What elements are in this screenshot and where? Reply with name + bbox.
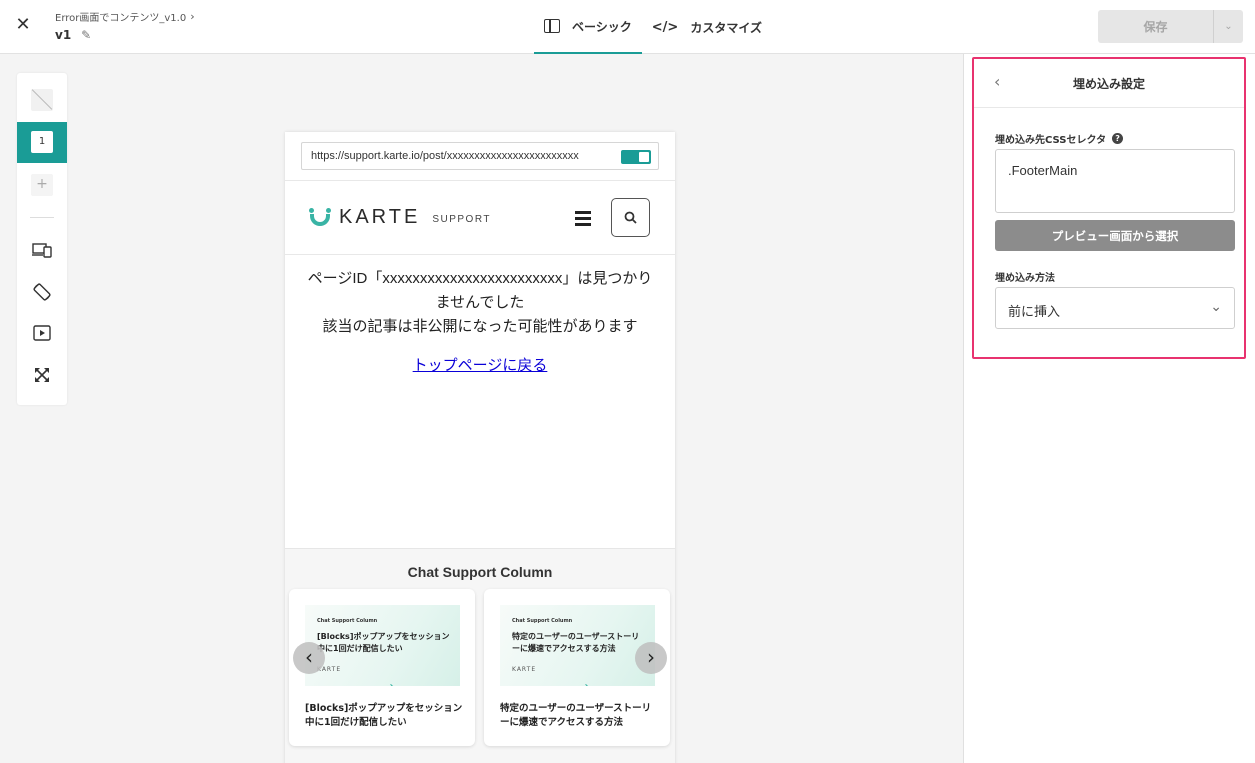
top-bar: ✕ Error画面でコンテンツ_v1.0 › v1 ✎ ベーシック </> カス… — [0, 0, 1255, 54]
error-message-line2: 該当の記事は非公開になった可能性があります — [322, 318, 638, 335]
add-step-button[interactable]: + — [31, 174, 53, 196]
step-item-1[interactable]: 1 — [17, 122, 67, 163]
preview-url: https://support.karte.io/post/xxxxxxxxxx… — [311, 150, 579, 162]
pencil-icon[interactable]: ✎ — [81, 28, 91, 42]
column-section: Chat Support Column Chat Support Column … — [285, 548, 675, 763]
version-label: v1 — [55, 28, 72, 42]
tab-customize[interactable]: </> カスタマイズ — [642, 0, 772, 54]
rotate-device-icon[interactable] — [30, 282, 54, 306]
devices-icon[interactable] — [30, 241, 54, 265]
logo-text: KARTE — [339, 206, 421, 228]
breadcrumb[interactable]: Error画面でコンテンツ_v1.0 › — [55, 9, 195, 24]
thumb-title: [Blocks]ポップアップをセッション中に1回だけ配信したい — [317, 632, 450, 653]
save-button[interactable]: 保存 — [1098, 10, 1213, 43]
thumb-title: 特定のユーザーのユーザーストーリーに爆速でアクセスする方法 — [512, 632, 640, 653]
panel-header: ‹ 埋め込み設定 — [974, 59, 1244, 108]
card-caption: [Blocks]ポップアップをセッション中に1回だけ配信したい — [305, 703, 463, 728]
carousel-prev-icon[interactable]: ‹ — [293, 642, 325, 674]
chevron-down-icon: ⌄ — [1224, 21, 1233, 32]
panel-title: 埋め込み設定 — [1072, 77, 1145, 91]
close-icon[interactable]: ✕ — [12, 14, 34, 36]
chevron-right-icon: › — [190, 10, 195, 23]
thumb-tag: Chat Support Column — [512, 618, 573, 624]
method-label-text: 埋め込み方法 — [995, 273, 1055, 284]
select-from-preview-button[interactable]: プレビュー画面から選択 — [995, 220, 1235, 251]
divider — [30, 217, 54, 218]
empty-step-icon[interactable] — [31, 89, 53, 111]
karte-logo[interactable]: KARTE SUPPORT — [309, 206, 491, 229]
save-group: 保存 ⌄ — [1098, 10, 1243, 43]
tab-basic-label: ベーシック — [572, 19, 632, 34]
card-thumbnail: Chat Support Column [Blocks]ポップアップをセッション… — [305, 605, 460, 686]
carousel-next-icon[interactable]: › — [635, 642, 667, 674]
tab-basic[interactable]: ベーシック — [534, 0, 642, 54]
thumb-logo: KARTE — [512, 666, 537, 673]
method-value: 前に挿入 — [1008, 305, 1061, 320]
search-icon[interactable] — [611, 198, 650, 237]
column-title: Chat Support Column — [407, 564, 553, 580]
mode-tabs: ベーシック </> カスタマイズ — [534, 0, 772, 54]
help-icon[interactable]: ? — [1112, 133, 1124, 144]
embed-method-select[interactable]: 前に挿入 ⌄ — [995, 287, 1235, 329]
preview-toggle[interactable] — [621, 150, 651, 164]
tab-customize-label: カスタマイズ — [690, 20, 762, 35]
layout-icon — [544, 19, 560, 33]
karte-logo-icon — [309, 207, 331, 228]
thumb-tag: Chat Support Column — [317, 618, 378, 624]
version-row: v1 ✎ — [55, 28, 91, 42]
card-caption: 特定のユーザーのユーザーストーリーに爆速でアクセスする方法 — [500, 703, 652, 728]
logo-subtext: SUPPORT — [432, 214, 491, 225]
css-selector-input[interactable]: .FooterMain — [995, 149, 1235, 213]
menu-icon[interactable] — [575, 211, 591, 226]
card-thumbnail: Chat Support Column 特定のユーザーのユーザーストーリーに爆速… — [500, 605, 655, 686]
settings-panel: ‹ 埋め込み設定 埋め込み先CSSセレクタ ? .FooterMain プレビュ… — [963, 54, 1255, 763]
fullscreen-icon[interactable] — [30, 366, 54, 390]
site-header: KARTE SUPPORT — [285, 180, 675, 255]
step-number: 1 — [31, 131, 53, 153]
method-label: 埋め込み方法 — [995, 269, 1055, 284]
error-message: ページID「xxxxxxxxxxxxxxxxxxxxxxxx」は見つかりませんで… — [305, 267, 655, 339]
play-preview-icon[interactable] — [30, 324, 54, 348]
chevron-down-icon: ⌄ — [1210, 299, 1222, 315]
selector-label-text: 埋め込み先CSSセレクタ — [995, 135, 1107, 146]
tool-strip: 1 + — [17, 73, 67, 405]
top-page-link[interactable]: トップページに戻る — [285, 354, 675, 375]
code-icon: </> — [651, 19, 679, 35]
error-message-line1: ページID「xxxxxxxxxxxxxxxxxxxxxxxx」は見つかりませんで… — [307, 270, 653, 311]
preview-url-bar[interactable]: https://support.karte.io/post/xxxxxxxxxx… — [301, 142, 659, 170]
breadcrumb-label: Error画面でコンテンツ_v1.0 — [55, 13, 187, 24]
selector-label: 埋め込み先CSSセレクタ ? — [995, 131, 1124, 146]
save-dropdown-button[interactable]: ⌄ — [1213, 10, 1243, 43]
preview-frame: https://support.karte.io/post/xxxxxxxxxx… — [285, 132, 675, 763]
